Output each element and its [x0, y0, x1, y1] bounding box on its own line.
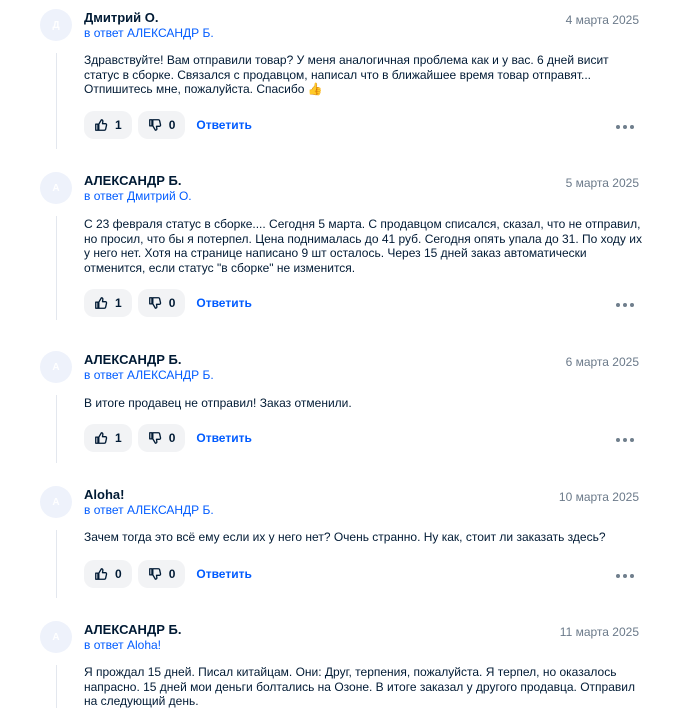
like-count: 1 [115, 431, 122, 445]
comment-date: 11 марта 2025 [559, 625, 639, 639]
thumbs-down-icon [148, 431, 162, 445]
reply-prefix: в ответ [84, 638, 124, 652]
author-name[interactable]: Aloha! [84, 486, 124, 503]
thread-line [56, 665, 57, 708]
reply-prefix: в ответ [84, 26, 124, 40]
author-name[interactable]: Дмитрий О. [84, 9, 159, 26]
comment-text: Я прождал 15 дней. Писал китайцам. Они: … [84, 665, 635, 708]
author-name[interactable]: АЛЕКСАНДР Б. [84, 621, 181, 638]
dislike-button[interactable]: 0 [137, 560, 186, 588]
thread-line [56, 216, 57, 320]
avatar[interactable]: А [40, 172, 72, 204]
like-count: 1 [115, 296, 122, 310]
dislike-button[interactable]: 0 [137, 424, 186, 452]
comment-item: А Aloha! в ответ АЛЕКСАНДР Б. 10 марта 2… [0, 486, 700, 598]
thumbs-up-icon [94, 118, 108, 132]
thread-line [56, 53, 57, 149]
comment-date: 10 марта 2025 [558, 490, 639, 504]
avatar[interactable]: А [40, 621, 72, 653]
reply-to-name: АЛЕКСАНДР Б. [126, 503, 214, 517]
reply-to-link[interactable]: в ответ Aloha! [84, 637, 161, 653]
reply-to-name: АЛЕКСАНДР Б. [126, 368, 214, 382]
comment-actions: 1 0 Ответить [84, 424, 252, 452]
comment-actions: 1 0 Ответить [84, 111, 252, 139]
comment-item: Д Дмитрий О. в ответ АЛЕКСАНДР Б. 4 март… [0, 9, 700, 149]
reply-to-link[interactable]: в ответ Дмитрий О. [84, 188, 192, 204]
comment-text: Здравствуйте! Вам отправили товар? У мен… [84, 53, 609, 96]
comment-actions: 1 0 Ответить [84, 289, 252, 317]
comment-text: С 23 февраля статус в сборке.... Сегодня… [84, 217, 642, 275]
reply-prefix: в ответ [84, 189, 124, 203]
reply-button[interactable]: Ответить [196, 118, 251, 132]
reply-prefix: в ответ [84, 368, 124, 382]
reply-to-name: АЛЕКСАНДР Б. [126, 26, 214, 40]
dislike-count: 0 [168, 118, 176, 132]
comment-item: А АЛЕКСАНДР Б. в ответ АЛЕКСАНДР Б. 6 ма… [0, 351, 700, 463]
like-button[interactable]: 0 [84, 560, 132, 588]
reply-button[interactable]: Ответить [196, 567, 251, 581]
dislike-count: 0 [168, 431, 176, 445]
comment-text: Зачем тогда это всё ему если их у него н… [84, 530, 606, 544]
reply-prefix: в ответ [84, 503, 124, 517]
thumbs-up-icon [94, 567, 108, 581]
like-button[interactable]: 1 [84, 111, 132, 139]
thumbs-up-icon [94, 296, 108, 310]
dislike-count: 0 [168, 296, 176, 310]
reply-to-name: Дмитрий О. [126, 189, 192, 203]
dislike-button[interactable]: 0 [137, 289, 186, 317]
thumbs-down-icon [148, 296, 162, 310]
author-name[interactable]: АЛЕКСАНДР Б. [84, 172, 181, 189]
reply-to-link[interactable]: в ответ АЛЕКСАНДР Б. [84, 367, 214, 383]
comment-date: 6 марта 2025 [565, 355, 639, 369]
comment-actions: 0 0 Ответить [84, 560, 252, 588]
avatar[interactable]: Д [40, 9, 72, 41]
dislike-count: 0 [168, 567, 176, 581]
comment-item: А АЛЕКСАНДР Б. в ответ Aloha! 11 марта 2… [0, 621, 700, 708]
like-button[interactable]: 1 [84, 424, 132, 452]
thread-line [56, 395, 57, 463]
reply-to-link[interactable]: в ответ АЛЕКСАНДР Б. [84, 502, 214, 518]
like-count: 1 [115, 118, 122, 132]
reply-button[interactable]: Ответить [196, 431, 251, 445]
comment-text: В итоге продавец не отправил! Заказ отме… [84, 396, 352, 410]
thread-line [56, 530, 57, 598]
reply-button[interactable]: Ответить [196, 296, 251, 310]
reply-to-name: Aloha! [126, 638, 162, 652]
thumbs-down-icon [148, 567, 162, 581]
reply-to-link[interactable]: в ответ АЛЕКСАНДР Б. [84, 25, 214, 41]
comment-date: 5 марта 2025 [565, 176, 639, 190]
more-options-icon[interactable] [616, 435, 634, 445]
like-count: 0 [115, 567, 122, 581]
more-options-icon[interactable] [616, 122, 634, 132]
dislike-button[interactable]: 0 [137, 111, 186, 139]
avatar[interactable]: А [40, 486, 72, 518]
more-options-icon[interactable] [616, 571, 634, 581]
thumbs-down-icon [148, 118, 162, 132]
avatar[interactable]: А [40, 351, 72, 383]
more-options-icon[interactable] [616, 300, 634, 310]
like-button[interactable]: 1 [84, 289, 132, 317]
comment-item: А АЛЕКСАНДР Б. в ответ Дмитрий О. 5 март… [0, 172, 700, 322]
thumbs-up-icon [94, 431, 108, 445]
author-name[interactable]: АЛЕКСАНДР Б. [84, 351, 181, 368]
comment-date: 4 марта 2025 [565, 13, 639, 27]
